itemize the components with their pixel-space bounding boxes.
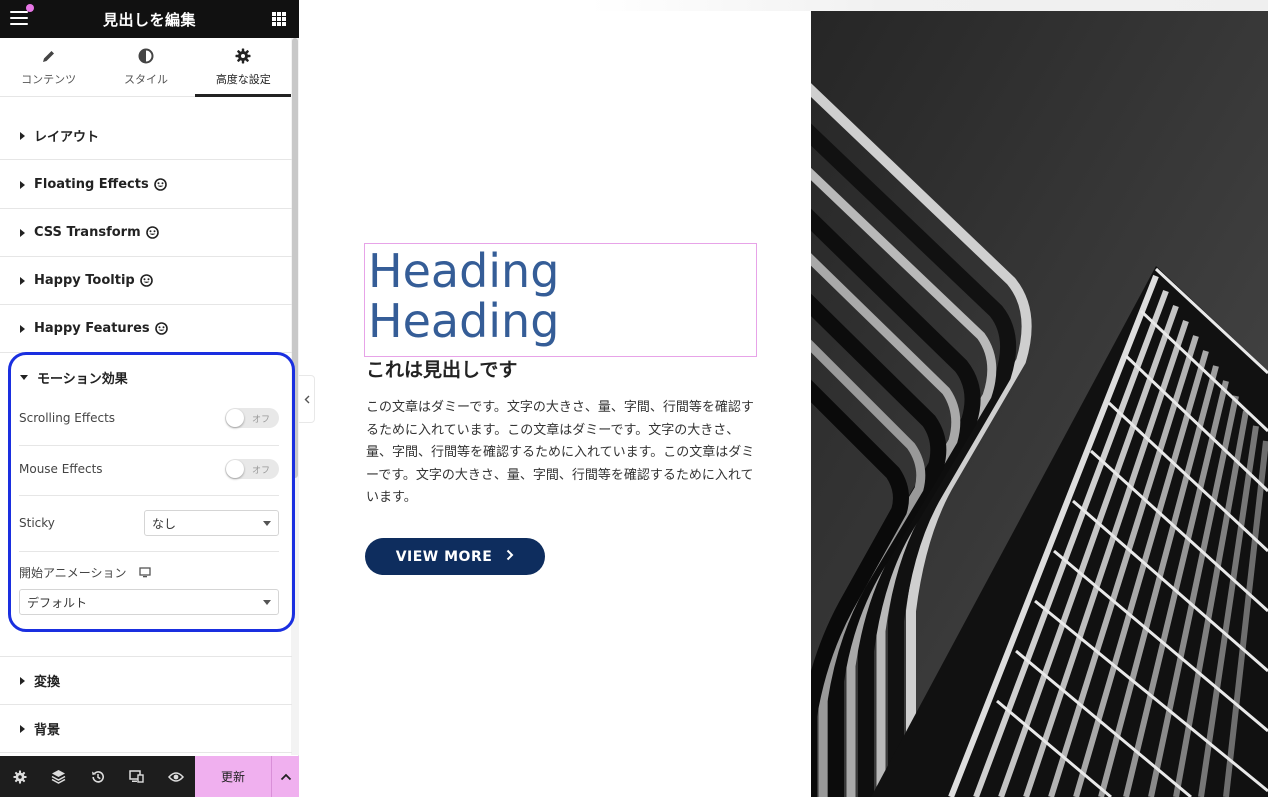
desktop-icon[interactable] [138,567,151,578]
notification-dot [26,4,34,12]
caret-right-icon [20,324,25,333]
happy-addons-icon [154,322,168,335]
sticky-select[interactable]: なし [144,510,279,536]
collapse-panel-handle[interactable] [299,375,315,423]
tab-content[interactable]: コンテンツ [0,38,97,96]
settings-gear-icon[interactable] [0,756,39,797]
section-label: Floating Effects [34,177,149,192]
building-photo [811,11,1268,797]
update-button[interactable]: 更新 [195,756,271,797]
mouse-effects-row: Mouse Effects オフ [19,459,279,479]
chevron-up-icon[interactable] [271,756,299,797]
caret-right-icon [20,676,25,685]
section-label: レイアウト [34,130,100,145]
mouse-effects-label: Mouse Effects [19,462,103,476]
motion-effects-header[interactable]: モーション効果 [20,368,128,387]
section-floating-effects[interactable]: Floating Effects [0,161,292,209]
heading-widget[interactable]: Heading Heading [364,243,757,357]
happy-addons-icon [139,274,153,287]
caret-right-icon [20,228,25,237]
canvas-top-strip [300,0,1268,11]
half-circle-icon [138,47,154,65]
tab-advanced[interactable]: 高度な設定 [194,38,293,97]
heading-text: Heading Heading [368,244,560,348]
panel-scrollbar[interactable] [291,38,299,755]
view-more-label: VIEW MORE [395,548,493,565]
tab-advanced-label: 高度な設定 [215,73,271,86]
toggle-state: オフ [251,415,270,425]
section-label: 背景 [34,723,61,738]
dropdown-arrow-icon [263,521,271,526]
mouse-effects-toggle[interactable]: オフ [225,459,279,479]
panel-header: 見出しを編集 [0,0,299,38]
section-css-transform[interactable]: CSS Transform [0,209,292,257]
responsive-mode-icon[interactable] [117,756,156,797]
section-happy-features[interactable]: Happy Features [0,305,292,353]
caret-right-icon [20,276,25,285]
scrolling-effects-label: Scrolling Effects [19,411,116,425]
gear-icon [235,47,251,65]
subheading: これは見出しです [366,359,518,381]
entrance-animation-select[interactable]: デフォルト [19,589,279,615]
panel-footer: 更新 [0,756,299,797]
entrance-animation-label: 開始アニメーション [19,566,127,580]
entrance-animation-value: デフォルト [27,595,88,610]
tab-style[interactable]: スタイル [97,38,194,96]
chevron-right-icon [506,549,514,565]
section-layout[interactable]: レイアウト [0,112,292,160]
widgets-grid-icon[interactable] [272,12,286,26]
toggle-state: オフ [251,466,270,476]
panel-title: 見出しを編集 [102,10,196,29]
scrolling-effects-row: Scrolling Effects オフ [19,408,279,428]
section-label: Happy Features [34,321,150,336]
tab-content-label: コンテンツ [21,73,77,86]
dropdown-arrow-icon [263,600,271,605]
section-background[interactable]: 背景 [0,705,292,753]
sticky-label: Sticky [19,516,55,530]
caret-right-icon [20,131,25,140]
section-motion-effects: モーション効果 Scrolling Effects オフ Mouse Effec… [0,352,295,657]
history-icon[interactable] [78,756,117,797]
sticky-row: Sticky なし [19,510,279,536]
section-label: モーション効果 [37,372,128,387]
happy-addons-icon [153,178,167,191]
scrolling-effects-toggle[interactable]: オフ [225,408,279,428]
section-label: Happy Tooltip [34,273,135,288]
navigator-layers-icon[interactable] [39,756,78,797]
caret-right-icon [20,180,25,189]
sticky-value: なし [152,516,177,531]
body-text: この文章はダミーです。文字の大きさ、量、字間、行間等を確認するために入れています… [366,400,755,505]
section-transform[interactable]: 変換 [0,657,292,705]
preview-eye-icon[interactable] [156,756,195,797]
pencil-icon [42,47,56,65]
chevron-left-icon [304,395,309,403]
tab-style-label: スタイル [123,73,168,86]
editor-panel: 見出しを編集 コンテンツ スタイル 高度な設定 レイアウト Floating E… [0,0,299,797]
section-label: CSS Transform [34,225,141,240]
caret-right-icon [20,724,25,733]
section-label: 変換 [34,675,61,690]
menu-icon[interactable] [10,11,28,27]
view-more-button[interactable]: VIEW MORE [365,538,545,575]
panel-tabs: コンテンツ スタイル 高度な設定 [0,38,293,97]
section-happy-tooltip[interactable]: Happy Tooltip [0,257,292,305]
happy-addons-icon [145,226,159,239]
caret-down-icon [20,375,28,380]
entrance-animation-row: 開始アニメーション [19,564,279,581]
